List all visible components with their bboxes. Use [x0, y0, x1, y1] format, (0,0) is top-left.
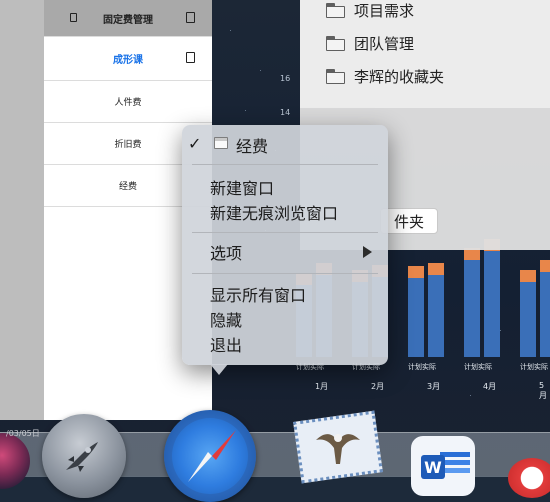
x-axis-label: 计划实际 [464, 363, 492, 371]
square-icon [70, 13, 77, 22]
folder-label: 团队管理 [354, 35, 415, 53]
menu-separator [192, 232, 378, 233]
sidebar-item-label: 折旧费 [114, 139, 142, 150]
menu-separator [192, 164, 378, 165]
checkmark-icon: ✓ [188, 134, 202, 153]
menu-separator [192, 273, 378, 274]
finder-field-text: 件夹 [393, 212, 424, 231]
menu-item-hide[interactable]: 隐藏 [210, 307, 242, 331]
menu-item-quit[interactable]: 退出 [210, 332, 242, 356]
folder-icon [326, 69, 346, 84]
folder-label: 李辉的收藏夹 [354, 68, 445, 86]
bar-4月-actual [484, 239, 500, 357]
menu-item-window-expense[interactable]: 经费 [236, 133, 268, 157]
menu-item-options[interactable]: 选项 [210, 240, 242, 264]
bar-cap-3月 [428, 263, 444, 276]
month-label: 3月 [427, 382, 441, 391]
y-tick-label: 16 [280, 74, 291, 83]
finder-folder-item[interactable]: 李辉的收藏夹 [326, 66, 444, 87]
menu-item-new-private-window[interactable]: 新建无痕浏览窗口 [210, 200, 338, 224]
bar-cap-5月 [540, 260, 550, 273]
sidebar-item-labor[interactable]: 人件费 [44, 80, 212, 123]
window-icon [214, 137, 228, 149]
dock-context-menu: ✓ 经费 新建窗口 新建无痕浏览窗口 选项 显示所有窗口 隐藏 退出 [182, 125, 388, 365]
bar-3月-actual [428, 263, 444, 357]
sidebar-header-label: 固定费管理 [103, 14, 153, 26]
bar-5月-plan [520, 270, 536, 357]
word-badge: W [421, 455, 445, 479]
eagle-icon [316, 434, 360, 464]
month-label: 4月 [483, 382, 497, 391]
y-tick-label: 14 [280, 108, 291, 117]
dock-label-fragment: /03/05日 [6, 429, 40, 438]
menu-item-new-window[interactable]: 新建窗口 [210, 175, 274, 199]
star [245, 110, 246, 111]
app-icon[interactable] [508, 458, 550, 498]
month-label: 1月 [315, 382, 329, 391]
month-label: 5月 [539, 381, 547, 400]
bar-cap-5月 [520, 270, 536, 283]
menu-item-show-all-windows[interactable]: 显示所有窗口 [210, 282, 306, 306]
finder-folder-item[interactable]: 团队管理 [326, 33, 414, 54]
star [260, 70, 261, 71]
sidebar-item-label: 人件费 [114, 97, 142, 108]
square-icon [186, 12, 195, 23]
sidebar-course-label: 成形课 [113, 54, 143, 66]
folder-icon [326, 3, 346, 18]
background-window-strip [0, 0, 44, 420]
compass-needle-icon [188, 430, 236, 482]
sidebar-item-label: 经费 [118, 181, 137, 192]
context-menu-pointer [210, 364, 228, 375]
sidebar-item-course[interactable]: 成形课 [44, 36, 212, 81]
finder-folder-item[interactable]: 项目需求 [326, 0, 414, 21]
x-axis-label: 计划实际 [408, 363, 436, 371]
bar-cap-3月 [408, 266, 424, 278]
x-axis-label: 计划实际 [520, 363, 548, 371]
folder-icon [326, 36, 346, 51]
bar-4月-plan [464, 247, 480, 357]
star [470, 395, 471, 396]
bar-3月-plan [408, 266, 424, 357]
bar-5月-actual [540, 260, 550, 357]
month-label: 2月 [371, 382, 385, 391]
finder-name-field[interactable]: 件夹 [380, 208, 438, 234]
rocket-icon [66, 442, 98, 472]
star [230, 30, 231, 31]
submenu-arrow-icon [363, 246, 372, 258]
sidebar-header[interactable]: 固定费管理 [44, 0, 212, 37]
square-icon [186, 52, 195, 63]
folder-label: 项目需求 [354, 2, 415, 20]
star [500, 330, 501, 331]
